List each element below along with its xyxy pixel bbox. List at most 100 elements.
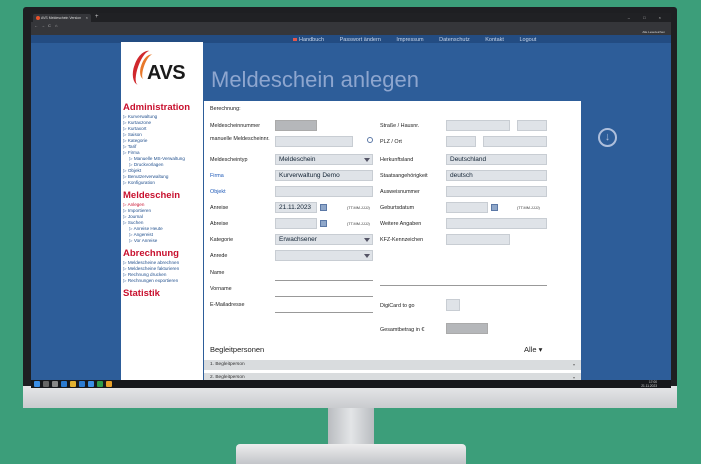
chevron-down-icon: ▾: [572, 362, 575, 367]
label-meldescheintyp: Meldescheintyp: [210, 157, 248, 163]
date-format-hint: (TT.MM.JJJJ): [347, 206, 370, 210]
digicard-checkbox[interactable]: [446, 299, 460, 311]
weitere-angaben-field[interactable]: [446, 218, 547, 229]
ausweisnummer-field[interactable]: [446, 186, 547, 197]
top-link-passwort[interactable]: Passwort ändern: [340, 37, 381, 43]
kategorie-select[interactable]: Erwachsener: [275, 234, 373, 245]
ort-field[interactable]: [483, 136, 547, 147]
meldescheintyp-select[interactable]: Meldeschein: [275, 154, 373, 165]
browser-tab[interactable]: AVS Meldeschein Version ×: [33, 14, 91, 22]
kfz-field[interactable]: [446, 234, 510, 245]
chrome-icon[interactable]: [106, 381, 112, 387]
home-icon[interactable]: ⌂: [55, 22, 57, 30]
gesamtbetrag-field: [446, 323, 488, 334]
label-geburtsdatum: Geburtsdatum: [380, 205, 415, 211]
label-anrede: Anrede: [210, 253, 228, 259]
monitor-stand-neck: [328, 408, 374, 446]
tab-title: AVS Meldeschein Version: [41, 16, 82, 20]
calendar-icon[interactable]: [320, 204, 327, 211]
firma-field[interactable]: Kurverwaltung Demo: [275, 170, 373, 181]
divider: [380, 285, 547, 286]
edge-icon[interactable]: [61, 381, 67, 387]
anrede-select[interactable]: [275, 250, 373, 261]
logo-text: AVS: [147, 62, 186, 84]
flag-icon: [293, 38, 297, 42]
task-view-icon[interactable]: [52, 381, 58, 387]
label-meldescheinnummer: Meldescheinnummer: [210, 123, 261, 129]
vorname-underline: [275, 296, 373, 297]
window-controls[interactable]: – □ ×: [628, 13, 667, 22]
top-link-logout[interactable]: Logout: [519, 37, 536, 43]
new-tab-icon[interactable]: +: [95, 13, 99, 22]
staatsangehoerigkeit-field[interactable]: deutsch: [446, 170, 547, 181]
begleitperson-row[interactable]: 2. Begleitperson ▾: [204, 373, 581, 380]
top-nav: Handbuch Passwort ändern Impressum Daten…: [293, 37, 550, 47]
monitor-chin: [23, 386, 677, 408]
store-icon[interactable]: [79, 381, 85, 387]
sidebar-item-rechnungen-exportieren[interactable]: ▷ Rechnungen exportieren: [123, 278, 178, 284]
chevron-down-icon: ▾: [572, 375, 575, 380]
avs-logo: AVS: [128, 47, 191, 90]
label-manuelle-nr: manuelle Meldescheinnr.: [210, 136, 270, 142]
page-title: Meldeschein anlegen: [211, 67, 419, 92]
label-firma[interactable]: Firma: [210, 173, 224, 179]
anreise-field[interactable]: 21.11.2023: [275, 202, 317, 213]
label-kfz: KFZ-Kennzeichen: [380, 237, 424, 243]
hausnr-field[interactable]: [517, 120, 547, 131]
scroll-down-icon[interactable]: ↓: [598, 128, 617, 147]
monitor-stand-base: [236, 444, 466, 464]
section-meldeschein: Meldeschein: [123, 190, 181, 201]
abreise-field[interactable]: [275, 218, 317, 229]
sidebar-item-konfiguration[interactable]: ▷ Konfiguration: [123, 180, 155, 186]
label-strasse: Straße / Hausnr.: [380, 123, 420, 129]
app-icon[interactable]: [97, 381, 103, 387]
strasse-field[interactable]: [446, 120, 510, 131]
name-underline: [275, 280, 373, 281]
chevron-down-icon: [364, 158, 370, 162]
top-link-impressum[interactable]: Impressum: [396, 37, 423, 43]
browser-tab-bar: AVS Meldeschein Version × + – □ ×: [31, 13, 671, 22]
begleitpersonen-title: Begleitpersonen: [210, 345, 265, 354]
meldescheinnummer-field: [275, 120, 317, 131]
label-plz-ort: PLZ / Ort: [380, 139, 402, 145]
search-icon[interactable]: [43, 381, 49, 387]
plz-field[interactable]: [446, 136, 476, 147]
label-email: E-Mailadresse: [210, 302, 245, 308]
favicon-icon: [36, 16, 40, 20]
screen: AVS Meldeschein Version × + – □ × ← → C …: [31, 13, 671, 388]
top-link-kontakt[interactable]: Kontakt: [485, 37, 504, 43]
taskbar-clock[interactable]: 17:00 21.11.2023: [641, 380, 657, 388]
date-format-hint: (TT.MM.JJJJ): [517, 206, 540, 210]
sidebar: AVS Administration ▷ Kurverwaltung ▷ Kur…: [121, 42, 203, 380]
objekt-field[interactable]: [275, 186, 373, 197]
search-icon[interactable]: [367, 137, 373, 143]
geburtsdatum-field[interactable]: [446, 202, 488, 213]
calendar-icon[interactable]: [491, 204, 498, 211]
section-statistik: Statistik: [123, 288, 160, 299]
herkunftsland-field[interactable]: Deutschland: [446, 154, 547, 165]
top-link-datenschutz[interactable]: Datenschutz: [439, 37, 470, 43]
forward-icon[interactable]: →: [41, 22, 45, 30]
explorer-icon[interactable]: [70, 381, 76, 387]
label-anreise: Anreise: [210, 205, 229, 211]
section-abrechnung: Abrechnung: [123, 248, 179, 259]
label-digicard: DigiCard to go: [380, 303, 415, 309]
page: Handbuch Passwort ändern Impressum Daten…: [31, 35, 671, 380]
label-berechnung: Berechnung:: [210, 106, 241, 112]
top-link-handbuch[interactable]: Handbuch: [293, 37, 324, 43]
calendar-icon[interactable]: [320, 220, 327, 227]
close-tab-icon[interactable]: ×: [86, 14, 88, 22]
begleitperson-row[interactable]: 1. Begleitperson ▾: [204, 360, 581, 370]
reload-icon[interactable]: C: [48, 22, 51, 30]
sidebar-item-vor-anreise[interactable]: ▷ Vor Anreise: [129, 238, 157, 244]
label-vorname: Vorname: [210, 286, 232, 292]
address-bar[interactable]: ← → C ⌂: [31, 22, 671, 30]
windows-start-icon[interactable]: [34, 381, 40, 387]
back-icon[interactable]: ←: [34, 22, 38, 30]
chevron-down-icon: [364, 254, 370, 258]
manuelle-nr-field[interactable]: [275, 136, 353, 147]
label-objekt[interactable]: Objekt: [210, 189, 226, 195]
mail-icon[interactable]: [88, 381, 94, 387]
label-kategorie: Kategorie: [210, 237, 234, 243]
begleitpersonen-filter[interactable]: Alle ▾: [524, 345, 542, 354]
